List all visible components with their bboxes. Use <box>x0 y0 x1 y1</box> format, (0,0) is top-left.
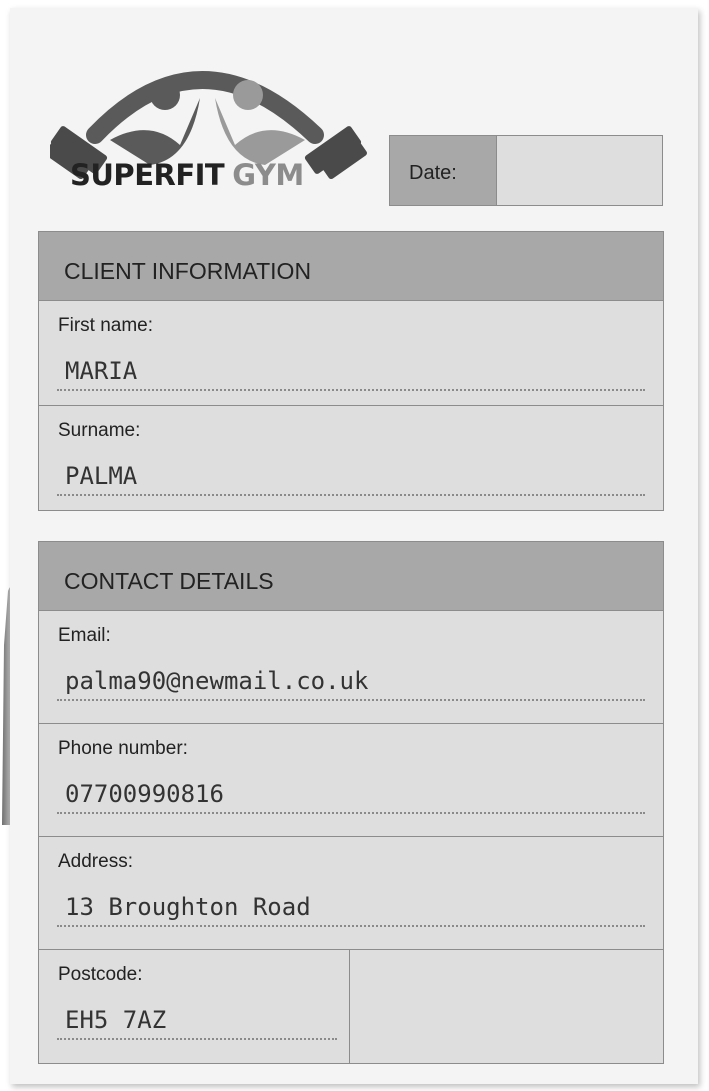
first-name-input[interactable]: MARIA <box>57 353 645 391</box>
empty-cell <box>350 950 663 1063</box>
date-input[interactable] <box>497 136 662 205</box>
phone-number-field: Phone number: 07700990816 <box>39 723 663 836</box>
field-label: Surname: <box>58 420 141 441</box>
brand-name: SUPERFIT GYM <box>70 158 304 192</box>
first-name-field: First name: MARIA <box>39 300 663 405</box>
field-label: Postcode: <box>58 964 143 985</box>
field-label: Phone number: <box>58 738 188 759</box>
email-field: Email: palma90@newmail.co.uk <box>39 610 663 723</box>
postcode-row: Postcode: EH5 7AZ <box>39 949 663 1063</box>
surname-field: Surname: PALMA <box>39 405 663 510</box>
brand-name-primary: SUPERFIT <box>70 158 225 192</box>
date-label: Date: <box>390 136 497 205</box>
surname-input[interactable]: PALMA <box>57 458 645 496</box>
field-label: First name: <box>58 315 154 336</box>
contact-details-section: CONTACT DETAILS Email: palma90@newmail.c… <box>38 541 664 1064</box>
section-title: CONTACT DETAILS <box>39 542 663 610</box>
date-field: Date: <box>389 135 663 206</box>
field-label: Email: <box>58 625 111 646</box>
phone-number-input[interactable]: 07700990816 <box>57 776 645 814</box>
postcode-input[interactable]: EH5 7AZ <box>57 1002 337 1040</box>
email-input[interactable]: palma90@newmail.co.uk <box>57 663 645 701</box>
field-label: Address: <box>58 851 133 872</box>
address-input[interactable]: 13 Broughton Road <box>57 889 645 927</box>
postcode-field: Postcode: EH5 7AZ <box>39 950 350 1063</box>
address-field: Address: 13 Broughton Road <box>39 836 663 949</box>
section-title: CLIENT INFORMATION <box>39 232 663 300</box>
client-information-section: CLIENT INFORMATION First name: MARIA Sur… <box>38 231 664 511</box>
brand-name-secondary: GYM <box>232 158 304 192</box>
